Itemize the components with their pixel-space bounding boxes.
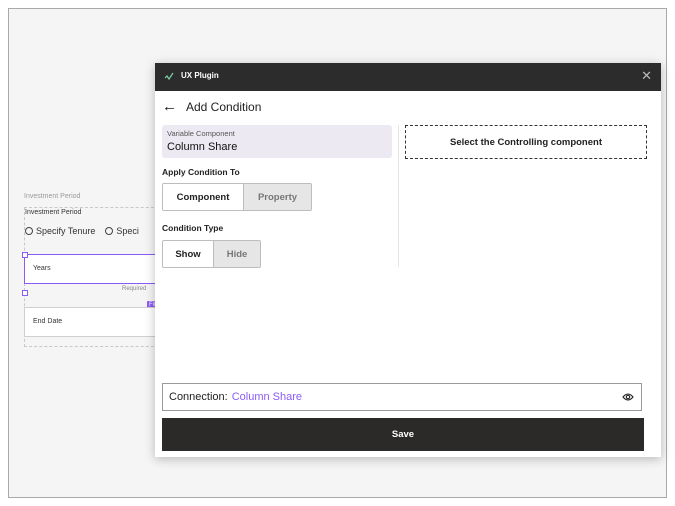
header-row: ← Add Condition xyxy=(162,99,262,114)
years-field[interactable]: Years xyxy=(24,254,160,284)
condition-type-label: Condition Type xyxy=(162,223,224,233)
page-title: Add Condition xyxy=(186,100,262,114)
end-date-label: End Date xyxy=(33,318,63,325)
years-label: Years xyxy=(33,265,51,272)
required-label: Required xyxy=(122,286,147,292)
property-option[interactable]: Property xyxy=(243,184,311,210)
controlling-component-dropzone[interactable]: Select the Controlling component xyxy=(405,125,647,159)
close-icon[interactable]: ✕ xyxy=(641,68,652,84)
radio-label: Specify Tenure xyxy=(36,226,96,236)
plugin-title: UX Plugin xyxy=(181,71,219,80)
plugin-titlebar: UX Plugin ✕ xyxy=(155,63,661,91)
column-divider xyxy=(398,125,399,267)
end-date-field[interactable]: End Date xyxy=(24,307,160,337)
connection-value: Column Share xyxy=(231,391,303,403)
radio-label: Speci xyxy=(116,226,139,236)
apply-condition-toggle: Component Property xyxy=(162,183,312,211)
hide-option[interactable]: Hide xyxy=(213,241,260,267)
save-button[interactable]: Save xyxy=(162,418,644,451)
tenure-radio-group: Specify Tenure Speci xyxy=(25,226,139,236)
radio-specify-other[interactable]: Speci xyxy=(105,226,139,236)
variable-component-value: Column Share xyxy=(167,141,238,153)
condition-type-toggle: Show Hide xyxy=(162,240,261,268)
frame-title: Investment Period xyxy=(25,209,82,216)
radio-specify-tenure[interactable]: Specify Tenure xyxy=(25,226,95,236)
connection-label: Connection: xyxy=(169,391,228,403)
show-option[interactable]: Show xyxy=(163,241,213,267)
selection-handle[interactable] xyxy=(22,252,28,258)
radio-circle-icon xyxy=(25,227,33,235)
frame-outer-label: Investment Period xyxy=(24,193,81,200)
plugin-logo-icon xyxy=(164,72,174,81)
plugin-window: UX Plugin ✕ ← Add Condition Variable Com… xyxy=(155,63,661,457)
selection-handle[interactable] xyxy=(22,290,28,296)
back-arrow-icon[interactable]: ← xyxy=(162,99,177,114)
variable-component-label: Variable Component xyxy=(167,129,235,138)
connection-field[interactable]: Connection: Column Share xyxy=(162,383,642,411)
eye-icon[interactable] xyxy=(622,392,634,402)
component-option[interactable]: Component xyxy=(163,184,243,210)
radio-circle-icon xyxy=(105,227,114,235)
apply-condition-label: Apply Condition To xyxy=(162,167,240,177)
variable-component-card[interactable]: Variable Component Column Share xyxy=(162,125,392,158)
